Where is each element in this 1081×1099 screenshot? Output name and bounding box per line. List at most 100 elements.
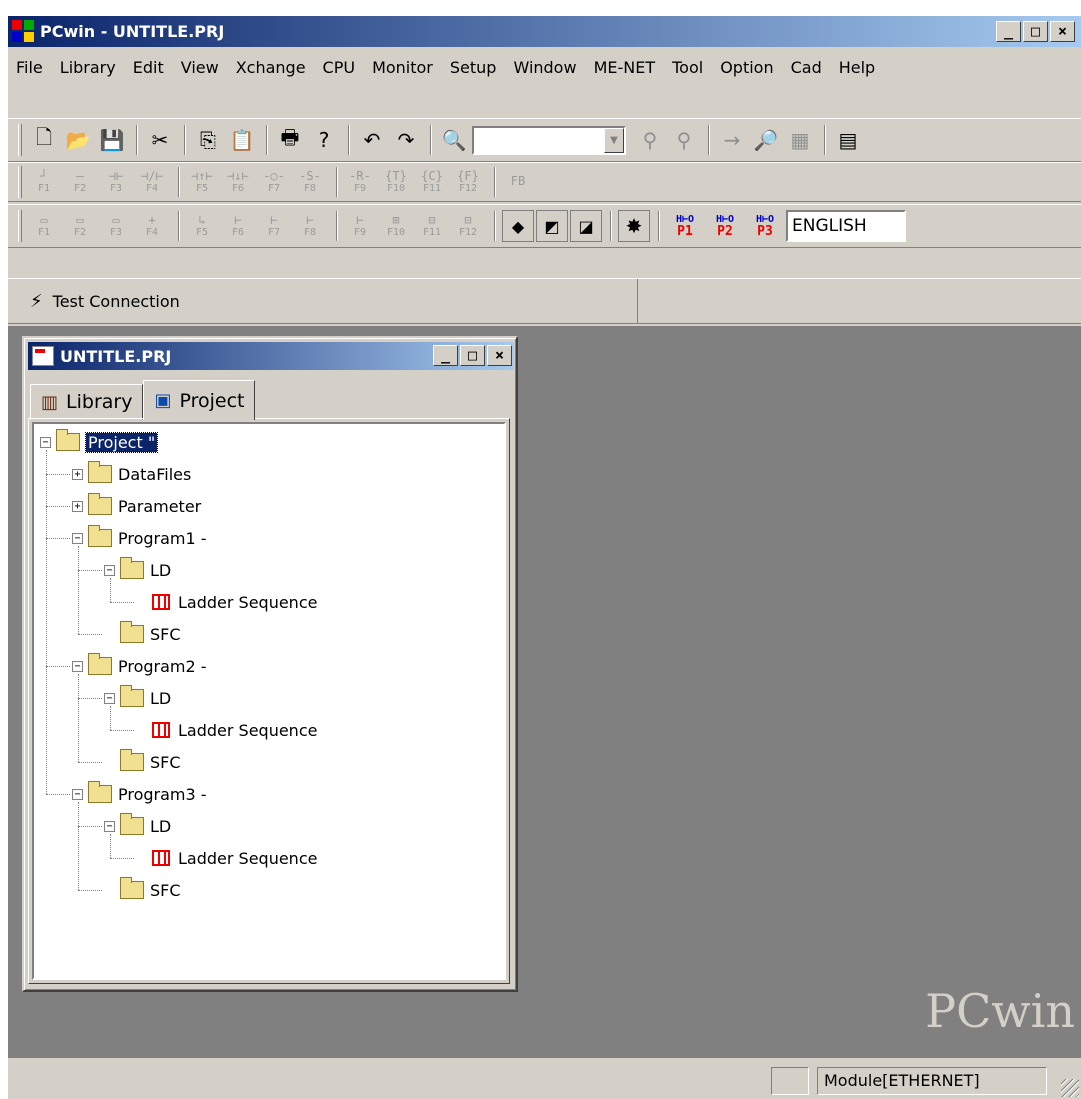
edit-key-f11[interactable]: ⊟ F11 bbox=[416, 210, 448, 242]
paste-icon[interactable]: 📋 bbox=[226, 124, 258, 156]
edit-key-f4[interactable]: + F4 bbox=[136, 210, 168, 242]
cut-icon[interactable]: ✂ bbox=[144, 124, 176, 156]
monitor-icon[interactable]: ✸ bbox=[618, 210, 650, 242]
edit-key-f8[interactable]: ⊢ F8 bbox=[294, 210, 326, 242]
ladder-key-f1[interactable]: ┘ F1 bbox=[28, 166, 60, 198]
tree-node[interactable]: SFC bbox=[104, 618, 181, 650]
collapse-icon[interactable]: − bbox=[104, 692, 115, 704]
grid-icon[interactable]: ▦ bbox=[784, 124, 816, 156]
project-window-title-bar[interactable]: UNTITLE.PRJ _ □ × bbox=[28, 342, 514, 370]
tree-node[interactable]: + DataFiles bbox=[72, 458, 191, 490]
edit-key-f7[interactable]: ⊢ F7 bbox=[258, 210, 290, 242]
print-icon[interactable]: 🖶 bbox=[274, 124, 306, 156]
tree-node[interactable]: − LD bbox=[104, 682, 171, 714]
compile-icon[interactable]: ◩ bbox=[536, 210, 568, 242]
test-connection-button[interactable]: ⚡ Test Connection bbox=[8, 279, 638, 323]
edit-key-f3[interactable]: ▭ F3 bbox=[100, 210, 132, 242]
find-device-icon[interactable]: ⚲ bbox=[634, 124, 666, 156]
edit-key-f9[interactable]: ⊢ F9 bbox=[344, 210, 376, 242]
edit-key-f5[interactable]: ↳ F5 bbox=[186, 210, 218, 242]
menu-tool[interactable]: Tool bbox=[672, 52, 703, 84]
menu-view[interactable]: View bbox=[181, 52, 219, 84]
close-button[interactable]: × bbox=[1050, 21, 1075, 42]
copy-icon[interactable]: ⎘ bbox=[192, 124, 224, 156]
goto-icon[interactable]: → bbox=[716, 124, 748, 156]
search-combo[interactable]: ▼ bbox=[472, 125, 626, 155]
menu-library[interactable]: Library bbox=[60, 52, 116, 84]
ladder-key-f2[interactable]: — F2 bbox=[64, 166, 96, 198]
expand-icon[interactable]: + bbox=[72, 500, 83, 512]
edit-key-f1[interactable]: ▭ F1 bbox=[28, 210, 60, 242]
ladder-key-f9[interactable]: -R- F9 bbox=[344, 166, 376, 198]
tree-node[interactable]: SFC bbox=[104, 874, 181, 906]
collapse-icon[interactable]: − bbox=[40, 436, 51, 448]
undo-icon[interactable]: ↶ bbox=[356, 124, 388, 156]
tab-library[interactable]: ▥ Library bbox=[30, 384, 144, 420]
project-tree[interactable]: − Project " + DataFiles + Parameter − Program1 … bbox=[32, 422, 506, 980]
child-close-button[interactable]: × bbox=[487, 345, 512, 366]
menu-edit[interactable]: Edit bbox=[133, 52, 164, 84]
tab-project[interactable]: ▣ Project bbox=[143, 380, 256, 420]
maximize-button[interactable]: □ bbox=[1023, 21, 1048, 42]
ladder-key-f12[interactable]: {F} F12 bbox=[452, 166, 484, 198]
tree-node[interactable]: Ladder Sequence bbox=[136, 586, 317, 618]
ladder-key-f6[interactable]: ⊣↓⊢ F6 bbox=[222, 166, 254, 198]
save-icon[interactable]: 💾 bbox=[96, 124, 128, 156]
ladder-key-fb[interactable]: FB bbox=[502, 166, 534, 198]
child-minimize-button[interactable]: _ bbox=[433, 345, 458, 366]
menu-xchange[interactable]: Xchange bbox=[236, 52, 306, 84]
open-icon[interactable]: 📂 bbox=[62, 124, 94, 156]
collapse-icon[interactable]: − bbox=[72, 532, 83, 544]
tree-node[interactable]: Ladder Sequence bbox=[136, 842, 317, 874]
tree-node[interactable]: − Program3 - bbox=[72, 778, 207, 810]
expand-icon[interactable]: + bbox=[72, 468, 83, 480]
collapse-icon[interactable]: − bbox=[104, 564, 115, 576]
menu-help[interactable]: Help bbox=[839, 52, 875, 84]
resize-grip[interactable] bbox=[1061, 1079, 1079, 1097]
find-icon[interactable]: 🔍 bbox=[438, 124, 470, 156]
ladder-key-f5[interactable]: ⊣↑⊢ F5 bbox=[186, 166, 218, 198]
redo-icon[interactable]: ↷ bbox=[390, 124, 422, 156]
minimize-button[interactable]: _ bbox=[996, 21, 1021, 42]
p2-button[interactable]: H⊢O P2 bbox=[706, 209, 744, 243]
ladder-key-f4[interactable]: ⊣/⊢ F4 bbox=[136, 166, 168, 198]
zoom-icon[interactable]: 🔎 bbox=[750, 124, 782, 156]
menu-cpu[interactable]: CPU bbox=[323, 52, 356, 84]
menu-cad[interactable]: Cad bbox=[791, 52, 822, 84]
ladder-key-f10[interactable]: {T} F10 bbox=[380, 166, 412, 198]
tree-node[interactable]: − Project " bbox=[40, 426, 159, 458]
chevron-down-icon[interactable]: ▼ bbox=[604, 127, 624, 153]
tree-node[interactable]: SFC bbox=[104, 746, 181, 778]
child-maximize-button[interactable]: □ bbox=[460, 345, 485, 366]
collapse-icon[interactable]: − bbox=[72, 788, 83, 800]
menu-file[interactable]: File bbox=[16, 52, 43, 84]
p3-button[interactable]: H⊢O P3 bbox=[746, 209, 784, 243]
replace-icon[interactable]: ⚲ bbox=[668, 124, 700, 156]
menu-me-net[interactable]: ME-NET bbox=[594, 52, 656, 84]
menu-setup[interactable]: Setup bbox=[450, 52, 497, 84]
tree-node[interactable]: − LD bbox=[104, 810, 171, 842]
ladder-icon[interactable]: ▤ bbox=[832, 124, 864, 156]
edit-key-f6[interactable]: ⊢ F6 bbox=[222, 210, 254, 242]
insert-block-icon[interactable]: ◆ bbox=[502, 210, 534, 242]
ladder-key-f11[interactable]: {C} F11 bbox=[416, 166, 448, 198]
tree-node[interactable]: − LD bbox=[104, 554, 171, 586]
edit-key-f10[interactable]: ⊞ F10 bbox=[380, 210, 412, 242]
toolbar-grip[interactable] bbox=[18, 166, 22, 198]
collapse-icon[interactable]: − bbox=[104, 820, 115, 832]
tree-node[interactable]: − Program1 - bbox=[72, 522, 207, 554]
title-bar[interactable]: PCwin - UNTITLE.PRJ _ □ × bbox=[8, 16, 1081, 47]
edit-key-f12[interactable]: ⊟ F12 bbox=[452, 210, 484, 242]
help-icon[interactable]: ? bbox=[308, 124, 340, 156]
p1-button[interactable]: H⊢O P1 bbox=[666, 209, 704, 243]
edit-key-f2[interactable]: ▭ F2 bbox=[64, 210, 96, 242]
ladder-key-f7[interactable]: -○- F7 bbox=[258, 166, 290, 198]
menu-monitor[interactable]: Monitor bbox=[372, 52, 433, 84]
ladder-key-f3[interactable]: ⊣⊢ F3 bbox=[100, 166, 132, 198]
menu-option[interactable]: Option bbox=[720, 52, 773, 84]
download-icon[interactable]: ◪ bbox=[570, 210, 602, 242]
toolbar-grip[interactable] bbox=[18, 210, 22, 242]
new-icon[interactable]: 🗋 bbox=[28, 124, 60, 156]
menu-window[interactable]: Window bbox=[513, 52, 576, 84]
tree-node[interactable]: + Parameter bbox=[72, 490, 201, 522]
